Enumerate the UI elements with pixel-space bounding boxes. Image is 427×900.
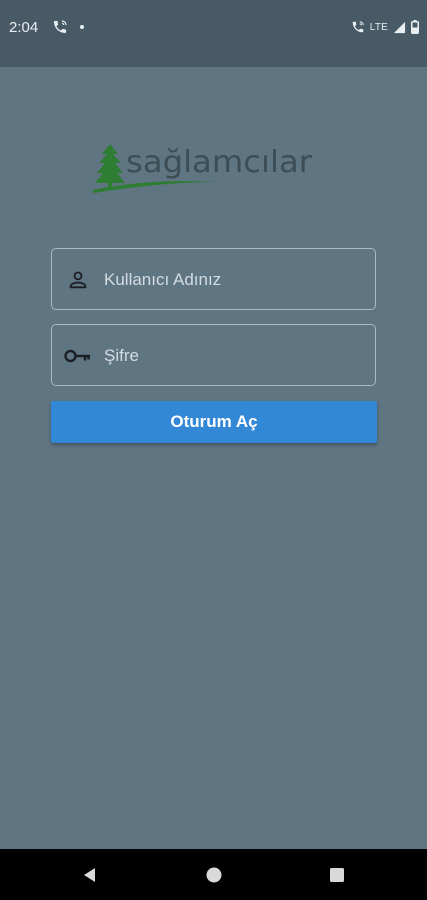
back-icon[interactable] xyxy=(80,865,100,885)
battery-icon xyxy=(411,20,419,34)
call-icon xyxy=(352,21,364,33)
status-time: 2:04 xyxy=(9,19,39,36)
call-icon xyxy=(54,20,67,33)
login-button[interactable]: Oturum Aç xyxy=(51,401,377,443)
network-type: LTE xyxy=(369,21,388,33)
navigation-bar xyxy=(0,849,427,900)
password-field[interactable] xyxy=(51,324,376,387)
username-input[interactable] xyxy=(102,249,366,311)
username-field[interactable] xyxy=(51,248,376,311)
person-icon xyxy=(69,271,87,289)
key-icon xyxy=(64,349,90,363)
logo-text: sağlamcılar xyxy=(126,145,313,180)
recents-icon[interactable] xyxy=(327,865,347,885)
logo: sağlamcılar xyxy=(92,144,313,193)
password-input[interactable] xyxy=(102,325,366,387)
home-icon[interactable] xyxy=(204,865,224,885)
signal-icon xyxy=(393,21,406,33)
status-bar: 2:04 LTE xyxy=(0,0,427,67)
status-indicators: LTE xyxy=(351,19,419,35)
notification-dot-icon xyxy=(80,25,84,29)
